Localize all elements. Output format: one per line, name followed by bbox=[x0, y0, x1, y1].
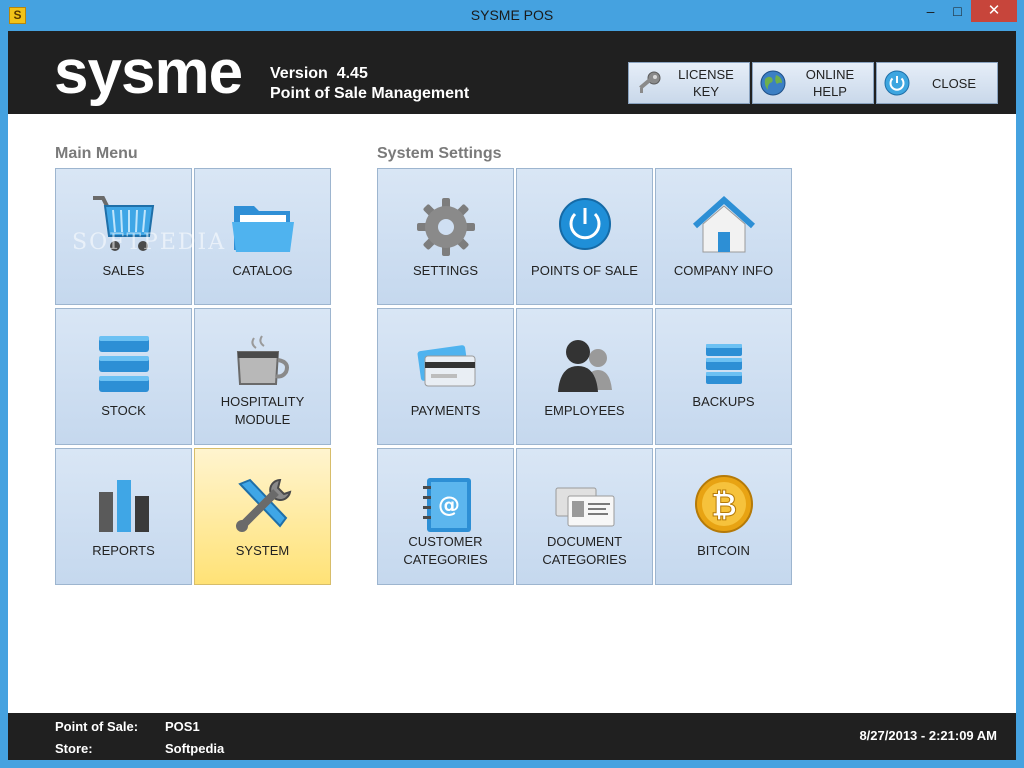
license-key-label: LICENSE KEY bbox=[678, 67, 734, 99]
tile-points-of-sale-label: POINTS OF SALE bbox=[531, 263, 638, 278]
svg-text:@: @ bbox=[438, 493, 460, 518]
tile-company-info-label: COMPANY INFO bbox=[673, 263, 774, 278]
power-icon bbox=[884, 70, 910, 96]
gear-icon bbox=[417, 198, 475, 256]
database-small-icon bbox=[706, 344, 742, 384]
close-app-button[interactable]: CLOSE bbox=[876, 62, 998, 104]
globe-icon bbox=[760, 70, 786, 96]
app-window: sysme Version 4.45 Point of Sale Managem… bbox=[8, 31, 1016, 760]
credit-cards-icon bbox=[417, 345, 476, 387]
folder-icon bbox=[232, 206, 294, 252]
coffee-cup-icon bbox=[236, 335, 289, 385]
license-key-button[interactable]: LICENSE KEY bbox=[628, 62, 750, 104]
tile-stock-label: STOCK bbox=[101, 403, 146, 418]
tile-employees[interactable]: EMPLOYEES bbox=[516, 308, 653, 445]
store-label: Store: bbox=[55, 741, 93, 756]
tile-system[interactable]: SYSTEM bbox=[194, 448, 331, 585]
tile-bitcoin-label: BITCOIN bbox=[697, 543, 750, 558]
version-text: Version 4.45 bbox=[270, 65, 368, 83]
minimize-button[interactable]: – bbox=[917, 0, 944, 22]
online-help-label: ONLINE HELP bbox=[805, 67, 855, 99]
close-label: CLOSE bbox=[931, 75, 977, 91]
tile-hospitality-label: HOSPITALITY MODULE bbox=[220, 394, 305, 427]
tile-reports-label: REPORTS bbox=[92, 543, 155, 558]
tile-bitcoin[interactable]: ₿ BITCOIN bbox=[655, 448, 792, 585]
tile-hospitality[interactable]: HOSPITALITY MODULE bbox=[194, 308, 331, 445]
bar-chart-icon bbox=[99, 480, 149, 532]
sysme-logo: sysme bbox=[54, 38, 243, 107]
id-cards-icon bbox=[555, 487, 615, 527]
store-value: Softpedia bbox=[165, 741, 225, 756]
tile-company-info[interactable]: COMPANY INFO bbox=[655, 168, 792, 305]
tile-payments-label: PAYMENTS bbox=[410, 403, 481, 418]
datetime: 8/27/2013 - 2:21:09 AM bbox=[859, 728, 997, 743]
version-number: 4.45 bbox=[336, 65, 368, 82]
pos-label: Point of Sale: bbox=[55, 719, 139, 734]
system-settings-title: System Settings bbox=[377, 145, 502, 162]
tile-settings[interactable]: SETTINGS bbox=[377, 168, 514, 305]
database-icon bbox=[99, 336, 149, 392]
status-bar: Point of Sale: POS1 Store: Softpedia 8/2… bbox=[8, 713, 1016, 760]
tile-backups-label: BACKUPS bbox=[692, 394, 755, 409]
tile-reports[interactable]: REPORTS bbox=[55, 448, 192, 585]
pos-value: POS1 bbox=[165, 719, 200, 734]
tile-points-of-sale[interactable]: POINTS OF SALE bbox=[516, 168, 653, 305]
maximize-button[interactable]: □ bbox=[944, 0, 971, 22]
home-icon bbox=[692, 195, 756, 253]
address-book-icon: @ bbox=[423, 478, 471, 532]
tile-customer-categories-label: CUSTOMER CATEGORIES bbox=[403, 534, 488, 567]
tools-icon bbox=[236, 478, 292, 532]
svg-text:₿: ₿ bbox=[711, 486, 737, 524]
window-close-button[interactable]: ✕ bbox=[971, 0, 1017, 22]
tile-system-label: SYSTEM bbox=[235, 543, 290, 558]
tile-stock[interactable]: STOCK bbox=[55, 308, 192, 445]
tile-employees-label: EMPLOYEES bbox=[544, 403, 625, 418]
header-bar: sysme Version 4.45 Point of Sale Managem… bbox=[8, 31, 1016, 114]
app-subtitle: Point of Sale Management bbox=[270, 85, 470, 102]
tile-backups[interactable]: BACKUPS bbox=[655, 308, 792, 445]
online-help-button[interactable]: ONLINE HELP bbox=[752, 62, 874, 104]
tile-payments[interactable]: PAYMENTS bbox=[377, 308, 514, 445]
bitcoin-icon: ₿ bbox=[695, 475, 753, 533]
power-button-icon bbox=[559, 198, 611, 250]
version-label: Version bbox=[270, 65, 328, 82]
tile-sales-label: SALES bbox=[102, 263, 145, 278]
users-icon bbox=[558, 340, 612, 392]
tile-document-categories[interactable]: DOCUMENT CATEGORIES bbox=[516, 448, 653, 585]
tile-customer-categories[interactable]: @ CUSTOMER CATEGORIES bbox=[377, 448, 514, 585]
key-icon bbox=[639, 71, 661, 93]
tile-document-categories-label: DOCUMENT CATEGORIES bbox=[542, 534, 627, 567]
tile-catalog-label: CATALOG bbox=[232, 263, 293, 278]
title-bar[interactable]: S SYSME POS – □ ✕ bbox=[0, 0, 1024, 31]
window-title: SYSME POS bbox=[470, 7, 554, 23]
watermark: SOFTPEDIA bbox=[72, 230, 227, 255]
main-menu-title: Main Menu bbox=[55, 145, 138, 162]
tile-settings-label: SETTINGS bbox=[412, 263, 478, 278]
